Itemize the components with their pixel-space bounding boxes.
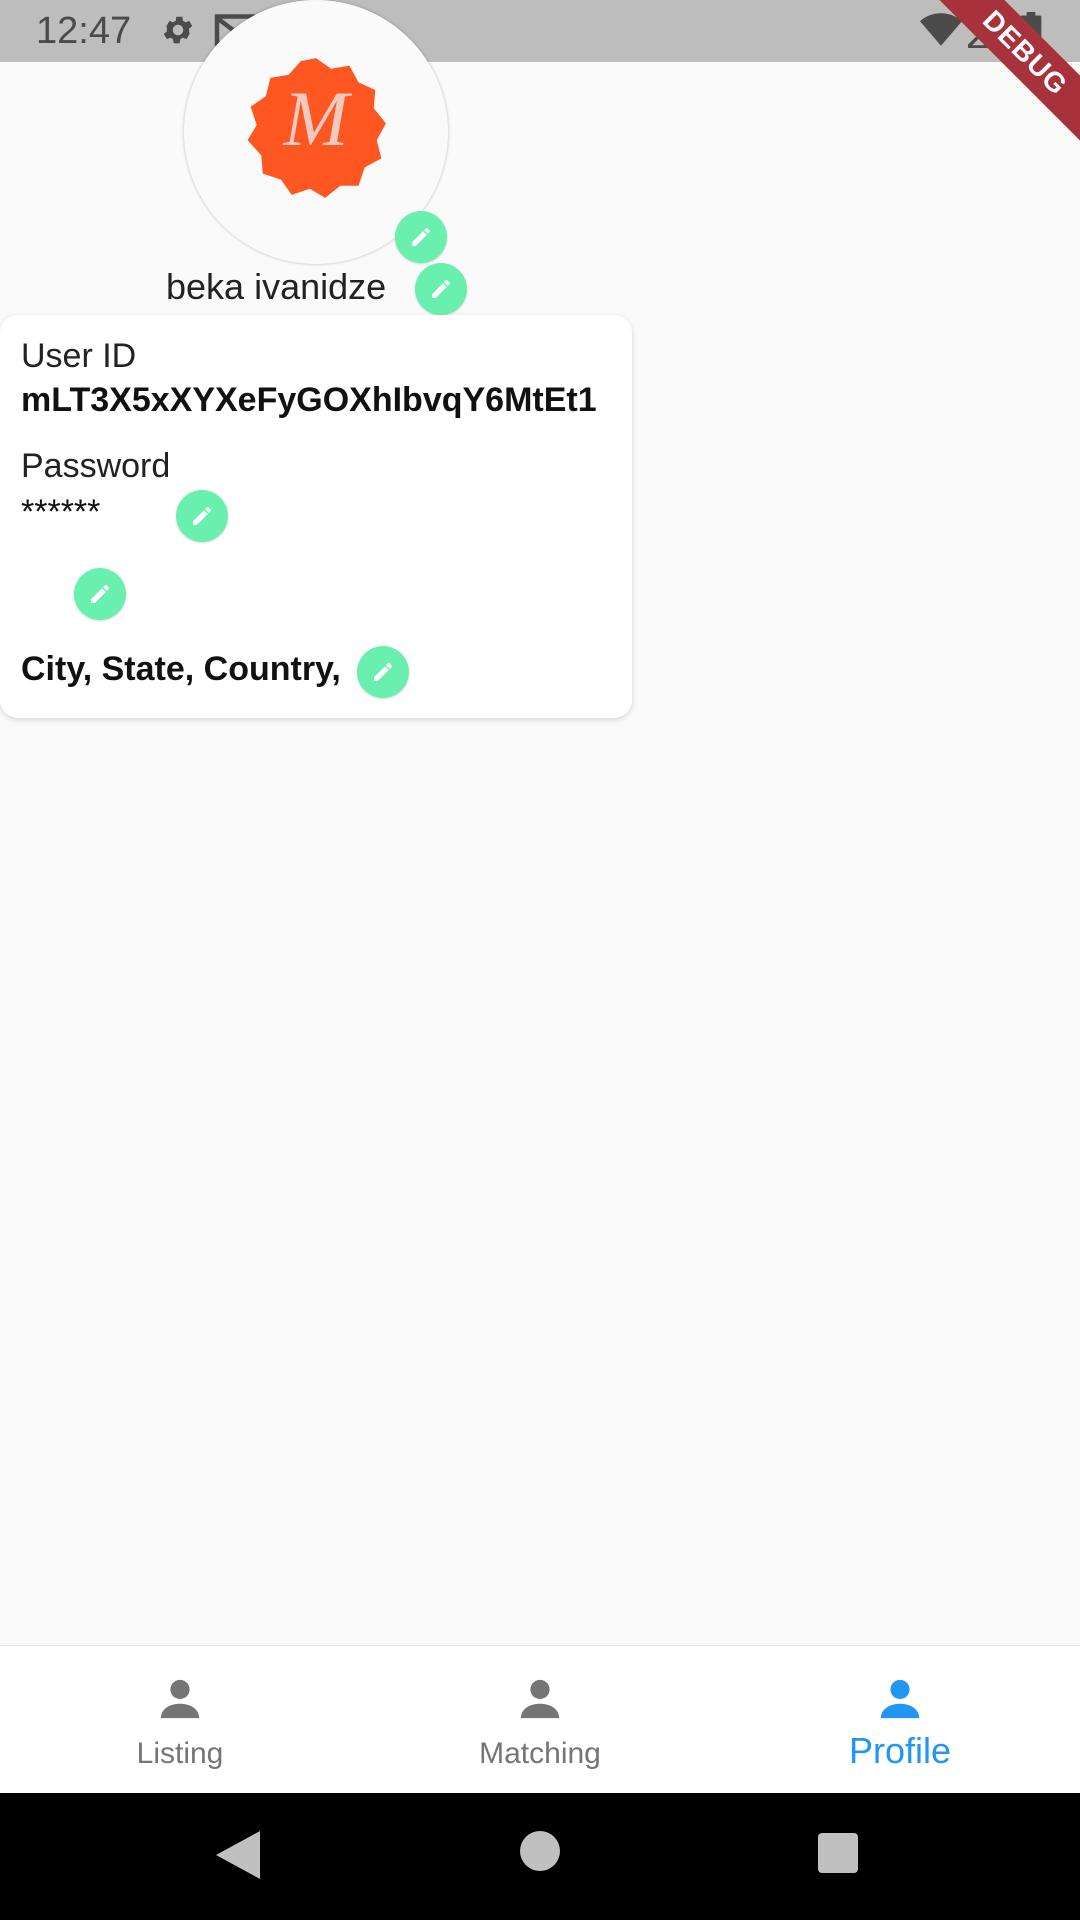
pencil-icon (193, 506, 211, 525)
edit-password-button[interactable] (176, 490, 228, 542)
system-navigation-bar (0, 1793, 1080, 1920)
status-time: 12:47 (36, 10, 132, 52)
person-icon (877, 1676, 923, 1727)
user-name: beka ivanidze (166, 266, 387, 307)
profile-screen: 12:47 DEBUG M beka ivanidze User ID mLT3… (0, 0, 1080, 1920)
nav-label-matching: Matching (479, 1737, 601, 1770)
password-value: ****** (21, 493, 101, 531)
nav-label-listing: Listing (136, 1737, 224, 1770)
nav-item-profile[interactable]: Profile (720, 1646, 1080, 1794)
person-icon (517, 1676, 563, 1727)
nav-item-matching[interactable]: Matching (360, 1646, 720, 1794)
avatar-badge: M (240, 52, 392, 204)
status-bar: 12:47 (0, 0, 1080, 62)
edit-location-button[interactable] (357, 646, 409, 698)
nav-label-profile: Profile (848, 1730, 952, 1771)
user-id-value: mLT3X5xXYXeFyGOXhIbvqY6MtEt1 (21, 381, 597, 419)
edit-field-button[interactable] (74, 568, 126, 620)
password-label: Password (21, 447, 171, 485)
gear-icon (160, 12, 196, 53)
avatar-letter: M (283, 75, 349, 162)
pencil-icon (91, 584, 109, 603)
pencil-icon (374, 662, 392, 681)
user-id-label: User ID (21, 337, 137, 375)
back-icon[interactable] (216, 1831, 260, 1884)
home-icon[interactable] (520, 1831, 560, 1876)
pencil-icon (432, 279, 450, 298)
edit-avatar-button[interactable] (395, 211, 447, 263)
profile-info-card: User ID mLT3X5xXYXeFyGOXhIbvqY6MtEt1 Pas… (0, 315, 632, 718)
person-icon (157, 1676, 203, 1727)
nav-item-listing[interactable]: Listing (0, 1646, 360, 1794)
recents-icon[interactable] (818, 1833, 858, 1878)
bottom-navigation: Listing Matching Profile (0, 1645, 1080, 1794)
pencil-icon (412, 227, 430, 246)
wifi-icon (920, 12, 962, 53)
edit-name-button[interactable] (415, 263, 467, 315)
location-value: City, State, Country, (21, 650, 341, 688)
